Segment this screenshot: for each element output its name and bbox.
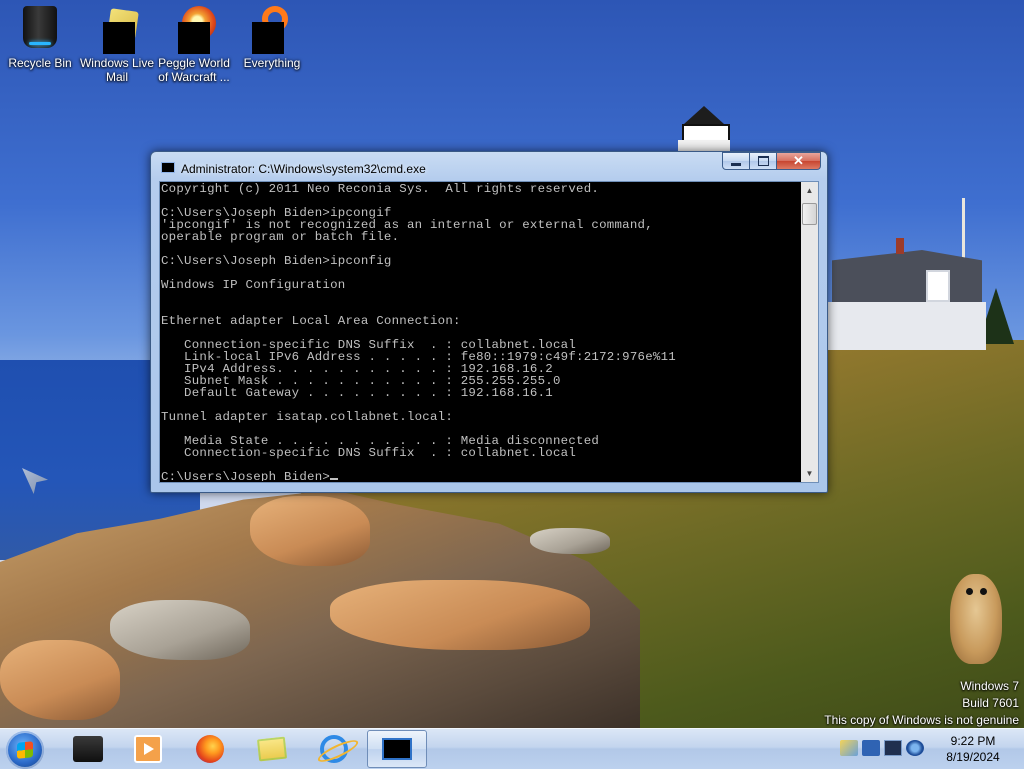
taskbar-cmd[interactable] [367, 730, 427, 768]
maximize-button[interactable] [750, 152, 777, 170]
scroll-down-arrow-icon[interactable]: ▼ [801, 465, 818, 482]
wallpaper-rock [330, 580, 590, 650]
caption-buttons: ✕ [722, 152, 821, 171]
wallpaper-lighthouse [678, 106, 730, 152]
cmd-icon [382, 738, 412, 760]
console-scrollbar[interactable]: ▲ ▼ [801, 182, 818, 482]
scroll-up-arrow-icon[interactable]: ▲ [801, 182, 818, 199]
window-titlebar[interactable]: Administrator: C:\Windows\system32\cmd.e… [151, 152, 827, 182]
desktop-icon-label: Recycle Bin [8, 56, 72, 70]
scrollbar-thumb[interactable] [802, 203, 817, 225]
close-button[interactable]: ✕ [777, 152, 821, 170]
close-icon: ✕ [793, 153, 804, 168]
taskbar-explorer[interactable] [244, 730, 300, 768]
windows-watermark: Windows 7 Build 7601 This copy of Window… [824, 678, 1019, 729]
watermark-build: Build 7601 [962, 696, 1019, 710]
console-area[interactable]: Copyright (c) 2011 Neo Reconia Sys. All … [159, 181, 819, 483]
desktop-icon-label: Peggle World of Warcraft ... [158, 56, 230, 84]
desktop-icon-label: Everything [243, 56, 301, 70]
text-caret [330, 478, 339, 480]
clock-date: 8/19/2024 [946, 750, 1000, 764]
recycle-bin-icon [16, 4, 64, 52]
wallpaper-rock [0, 640, 120, 720]
volume-icon[interactable] [906, 740, 924, 756]
taskbar-firefox[interactable] [182, 730, 238, 768]
action-center-icon[interactable] [840, 740, 858, 756]
console-output[interactable]: Copyright (c) 2011 Neo Reconia Sys. All … [161, 183, 801, 481]
wallpaper-rock [110, 600, 250, 660]
watermark-version: Windows 7 [960, 679, 1019, 693]
desktop-icon-everything[interactable]: Everything [232, 4, 312, 70]
cmd-window[interactable]: Administrator: C:\Windows\system32\cmd.e… [150, 151, 828, 493]
internet-explorer-icon [320, 735, 348, 763]
windows-live-mail-icon [93, 4, 141, 54]
computer-case-icon [73, 736, 103, 762]
start-button[interactable] [6, 731, 44, 769]
taskbar: 9:22 PM 8/19/2024 [0, 728, 1024, 769]
watermark-genuine-notice: This copy of Windows is not genuine [824, 713, 1019, 727]
desktop-icon-peggle[interactable]: Peggle World of Warcraft ... [154, 4, 234, 84]
minimize-button[interactable] [722, 152, 750, 170]
clock-time: 9:22 PM [950, 734, 996, 748]
firefox-icon [196, 735, 224, 763]
desktop-icon-windows-live-mail[interactable]: Windows Live Mail [77, 4, 157, 84]
windows-flag-icon [17, 741, 33, 759]
taskbar-media-player[interactable] [120, 730, 176, 768]
system-tray [840, 740, 924, 756]
media-player-icon [134, 735, 162, 763]
maximize-icon [757, 156, 769, 166]
network-icon[interactable] [884, 740, 902, 756]
gopher-widget-icon[interactable] [944, 560, 1008, 668]
wallpaper-rock [530, 528, 610, 554]
everything-icon [248, 4, 296, 54]
desktop-icon-label: Windows Live Mail [79, 56, 155, 84]
explorer-folder-icon [256, 736, 288, 762]
wallpaper-rock [250, 496, 370, 566]
taskbar-clock[interactable]: 9:22 PM 8/19/2024 [930, 733, 1016, 765]
cmd-icon[interactable] [161, 162, 175, 173]
bluetooth-icon[interactable] [862, 740, 880, 756]
wallpaper-house [826, 238, 986, 350]
taskbar-computer-case[interactable] [60, 730, 116, 768]
window-title: Administrator: C:\Windows\system32\cmd.e… [181, 162, 426, 176]
peggle-icon [170, 4, 218, 54]
desktop-icon-recycle-bin[interactable]: Recycle Bin [0, 4, 80, 70]
minimize-icon [731, 162, 741, 166]
taskbar-internet-explorer[interactable] [306, 730, 362, 768]
